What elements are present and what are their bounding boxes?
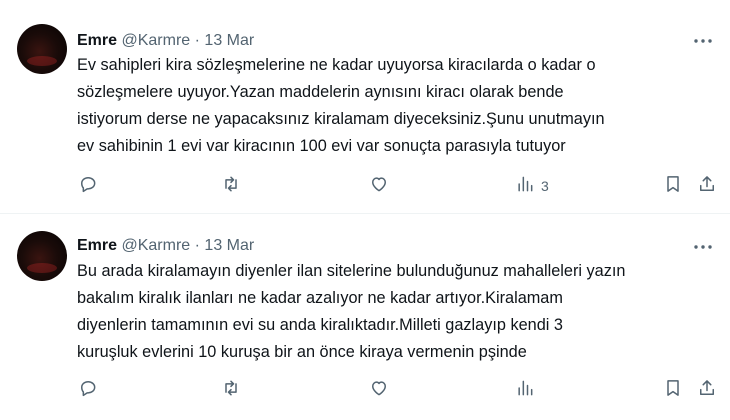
tweet-date[interactable]: 13 Mar <box>204 237 254 254</box>
tweet-text: Bu arada kiralamayın diyenler ilan sitel… <box>77 262 626 361</box>
separator-dot: · <box>194 32 200 49</box>
avatar[interactable] <box>17 24 67 74</box>
like-icon <box>369 378 389 403</box>
tweet-header: Emre @Karmre · 13 Mar <box>77 236 254 256</box>
tweet[interactable]: Emre @Karmre · 13 Mar Bu arada kiralamay… <box>0 215 730 420</box>
reply-icon <box>78 174 98 199</box>
views-icon <box>515 378 535 403</box>
views-icon <box>515 174 535 199</box>
author-handle[interactable]: @Karmre <box>121 32 190 49</box>
bookmark-button[interactable] <box>663 171 683 201</box>
tweet-actions <box>70 375 730 405</box>
share-button[interactable] <box>697 171 717 201</box>
author-handle[interactable]: @Karmre <box>121 237 190 254</box>
like-button[interactable] <box>369 171 389 201</box>
avatar[interactable] <box>17 231 67 281</box>
share-icon <box>697 378 717 403</box>
retweet-button[interactable] <box>221 375 241 405</box>
tweet-actions: 3 <box>70 171 730 201</box>
views-button[interactable]: 3 <box>515 171 549 201</box>
tweet-text: Ev sahipleri kira sözleşmelerine ne kada… <box>77 56 605 155</box>
reply-button[interactable] <box>78 171 98 201</box>
retweet-icon <box>221 378 241 403</box>
author-name[interactable]: Emre <box>77 32 117 49</box>
bookmark-icon <box>663 378 683 403</box>
retweet-button[interactable] <box>221 171 241 201</box>
reply-button[interactable] <box>78 375 98 405</box>
separator-dot: · <box>194 237 200 254</box>
like-icon <box>369 174 389 199</box>
retweet-icon <box>221 174 241 199</box>
reply-icon <box>78 378 98 403</box>
tweet[interactable]: Emre @Karmre · 13 Mar Ev sahipleri kira … <box>0 0 730 214</box>
bookmark-button[interactable] <box>663 375 683 405</box>
share-button[interactable] <box>697 375 717 405</box>
more-horizontal-icon[interactable] <box>692 237 714 257</box>
views-button[interactable] <box>515 375 541 405</box>
author-name[interactable]: Emre <box>77 237 117 254</box>
tweet-date[interactable]: 13 Mar <box>204 32 254 49</box>
like-button[interactable] <box>369 375 389 405</box>
bookmark-icon <box>663 174 683 199</box>
more-horizontal-icon[interactable] <box>692 31 714 51</box>
views-count: 3 <box>541 178 549 194</box>
tweet-header: Emre @Karmre · 13 Mar <box>77 31 254 51</box>
share-icon <box>697 174 717 199</box>
